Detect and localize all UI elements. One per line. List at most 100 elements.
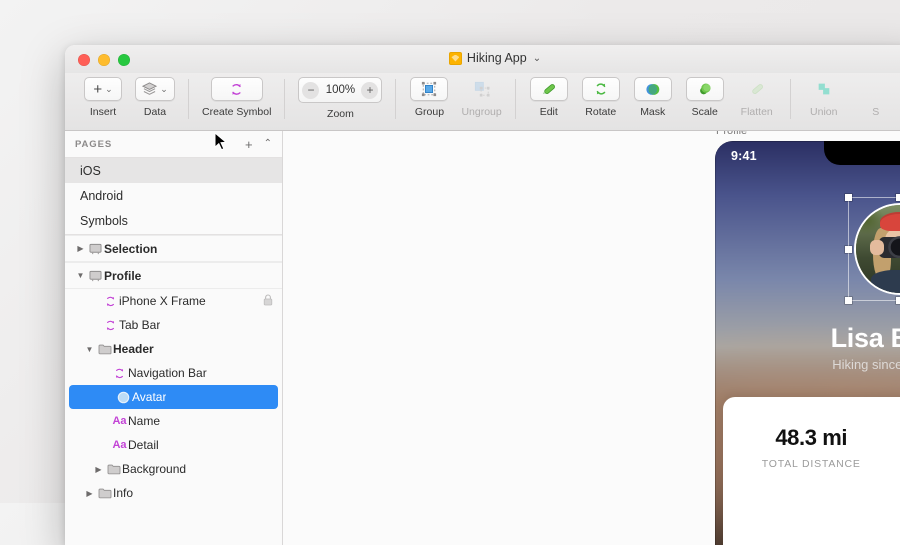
toolbar-item-edit[interactable]: Edit [529,73,569,118]
layer-label: iPhone X Frame [119,294,206,308]
status-bar-time: 9:41 [731,149,757,163]
oval-icon [115,391,132,404]
sketch-window: Hiking App ⌄ + ⌄ Insert ⌄ Data [65,45,900,545]
status-bar: 9:41 [715,148,900,164]
toolbar-item-flatten: Flatten [737,73,777,118]
symbol-icon [102,295,119,308]
sketch-document-icon [449,52,462,65]
zoom-stepper[interactable]: − 100% + [298,77,382,103]
layer-row-profile[interactable]: ▼ Profile [65,262,282,289]
chevron-down-icon: ⌄ [105,85,113,94]
page-item-symbols[interactable]: Symbols [65,208,282,233]
stat-value: 48.3 mi [723,425,900,451]
toolbar-item-create-symbol[interactable]: Create Symbol [202,73,271,118]
toolbar-item-union: Union [804,73,844,118]
create-symbol-button[interactable] [211,77,263,101]
layer-row-detail[interactable]: Aa Detail [65,433,282,457]
layer-label: Detail [128,438,159,452]
layer-row-iphone-x-frame[interactable]: iPhone X Frame [65,289,282,313]
resize-handle-bottom-center[interactable] [896,297,900,304]
toolbar-item-group[interactable]: Group [409,73,449,118]
lock-icon[interactable] [263,294,273,309]
scale-icon [697,81,713,97]
pages-header: PAGES + ⌃ [65,131,282,158]
chevron-down-icon[interactable]: ⌄ [533,53,541,64]
data-button[interactable]: ⌄ [135,77,175,101]
stats-card[interactable]: 48.3 mi TOTAL DISTANCE 4,000 ft HIGHEST … [723,397,900,545]
layer-row-background[interactable]: ▶ Background [65,457,282,481]
resize-handle-top-left[interactable] [845,194,852,201]
layer-label: Profile [104,269,141,283]
toolbar-separator-1 [188,79,189,119]
page-label: Android [80,189,123,203]
toolbar-label-create-symbol: Create Symbol [202,106,271,118]
layer-label: Header [113,342,154,356]
toolbar-item-insert[interactable]: + ⌄ Insert [83,73,123,118]
zoom-value: 100% [321,84,359,96]
layer-label: Avatar [132,390,166,404]
artboard-profile[interactable]: 9:41 [715,141,900,545]
page-item-ios[interactable]: iOS [65,158,282,183]
toolbar-item-data[interactable]: ⌄ Data [135,73,175,118]
stat-total-distance: 48.3 mi TOTAL DISTANCE [723,397,900,545]
collapse-pages-button[interactable]: ⌃ [264,139,272,149]
mask-button[interactable] [634,77,672,101]
disclosure-triangle-icon[interactable]: ▼ [83,345,96,354]
scale-button[interactable] [686,77,724,101]
text-icon: Aa [111,440,128,451]
folder-icon [96,487,113,499]
main-toolbar: + ⌄ Insert ⌄ Data [65,73,900,131]
layer-row-header[interactable]: ▼ Header [65,337,282,361]
toolbar-item-rotate[interactable]: Rotate [581,73,621,118]
artboard-icon [87,270,104,282]
pencil-icon [541,81,557,97]
document-title-text: Hiking App [467,51,527,65]
layers-list: ▶ Selection ▼ Profile [65,235,282,505]
profile-detail[interactable]: Hiking since June 2016 [715,357,900,372]
layer-label: Background [122,462,186,476]
layer-label: Name [128,414,160,428]
toolbar-item-zoom[interactable]: − 100% + Zoom [298,73,382,120]
toolbar-item-subtract: S [856,73,896,118]
toolbar-item-mask[interactable]: Mask [633,73,673,118]
zoom-in-button[interactable]: + [361,82,378,99]
zoom-out-button[interactable]: − [302,82,319,99]
disclosure-triangle-icon[interactable]: ▼ [74,271,87,280]
folder-icon [96,343,113,355]
add-page-button[interactable]: + [245,138,253,151]
page-item-android[interactable]: Android [65,183,282,208]
resize-handle-top-center[interactable] [896,194,900,201]
toolbar-label-edit: Edit [540,106,558,118]
rotate-button[interactable] [582,77,620,101]
subtract-button [857,77,895,101]
toolbar-label-flatten: Flatten [741,106,773,118]
layer-row-info[interactable]: ▶ Info [65,481,282,505]
layer-label: Info [113,486,133,500]
design-canvas[interactable]: Profile 9:41 [283,131,900,545]
toolbar-item-scale[interactable]: Scale [685,73,725,118]
layer-label: Tab Bar [119,318,160,332]
profile-name[interactable]: Lisa Bailey [715,323,900,354]
disclosure-triangle-icon[interactable]: ▶ [92,465,105,474]
artboard-label[interactable]: Profile [716,131,747,137]
stat-label: TOTAL DISTANCE [723,458,900,470]
toolbar-item-ungroup: Ungroup [461,73,501,118]
disclosure-triangle-icon[interactable]: ▶ [83,489,96,498]
group-button[interactable] [410,77,448,101]
document-title[interactable]: Hiking App ⌄ [65,51,900,65]
insert-button[interactable]: + ⌄ [84,77,122,101]
layer-row-selection[interactable]: ▶ Selection [65,235,282,262]
resize-handle-middle-left[interactable] [845,246,852,253]
symbol-icon [229,82,244,97]
layer-row-navigation-bar[interactable]: Navigation Bar [65,361,282,385]
layer-row-name[interactable]: Aa Name [65,409,282,433]
layer-row-avatar[interactable]: Avatar [69,385,278,409]
layer-row-tab-bar[interactable]: Tab Bar [65,313,282,337]
resize-handle-bottom-left[interactable] [845,297,852,304]
toolbar-label-mask: Mask [640,106,665,118]
flatten-icon [749,81,765,97]
edit-button[interactable] [530,77,568,101]
window-body: PAGES + ⌃ iOS Android Symbols ▶ [65,131,900,545]
disclosure-triangle-icon[interactable]: ▶ [74,244,87,253]
artboard-icon [87,243,104,255]
